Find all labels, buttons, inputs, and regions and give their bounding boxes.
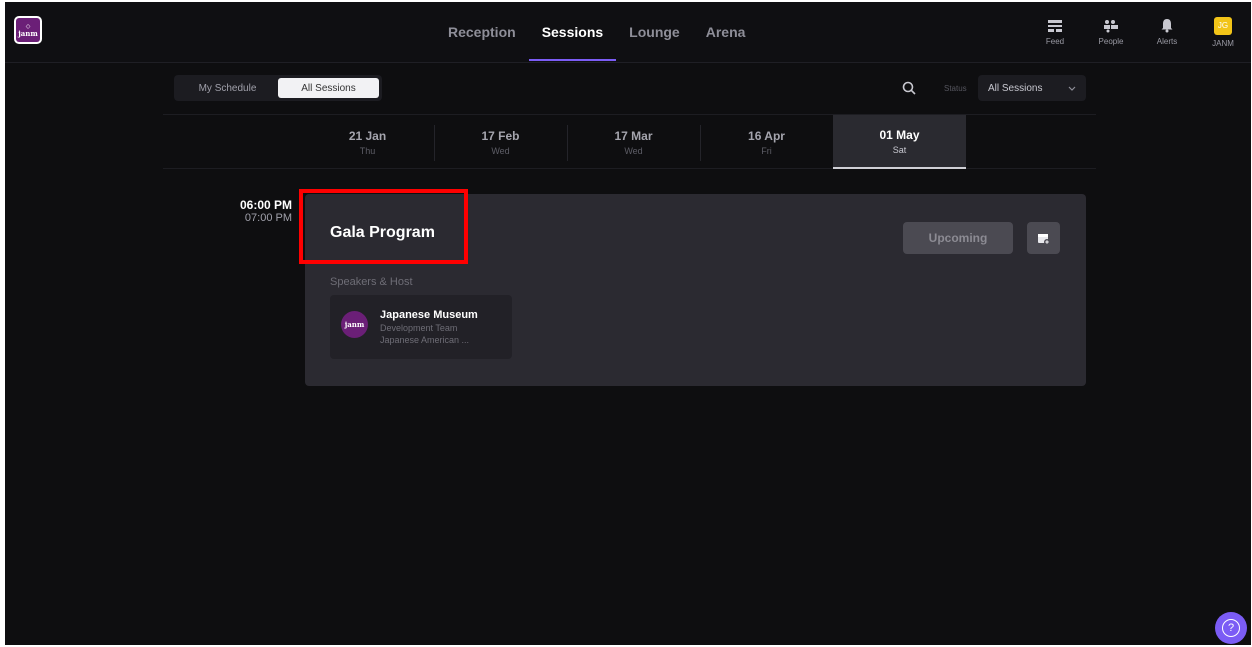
- status-label: Status: [944, 84, 967, 93]
- session-end-time: 07:00 PM: [244, 212, 292, 224]
- feed-button[interactable]: Feed: [1027, 2, 1083, 62]
- day-label: Wed: [491, 145, 510, 156]
- avatar: JG: [1214, 16, 1232, 35]
- profile-label: JANM: [1212, 38, 1234, 48]
- alerts-button[interactable]: Alerts: [1139, 2, 1195, 62]
- date-label: 16 Apr: [748, 128, 785, 143]
- bell-icon: [1161, 19, 1173, 33]
- highlight-annotation-box: [299, 189, 468, 264]
- upcoming-status-button[interactable]: Upcoming: [903, 222, 1013, 254]
- speakers-label: Speakers & Host: [330, 276, 413, 288]
- date-tab-01-may[interactable]: 01 May Sat: [833, 115, 966, 169]
- tab-reception[interactable]: Reception: [435, 2, 529, 62]
- chevron-down-icon: [1068, 86, 1076, 91]
- date-tab-21-jan[interactable]: 21 Jan Thu: [301, 115, 434, 169]
- question-mark-icon: ?: [1222, 619, 1240, 637]
- all-sessions-button[interactable]: All Sessions: [278, 78, 379, 98]
- right-nav: Feed People Alerts JG JANM: [1027, 2, 1251, 62]
- event-logo[interactable]: ◇ janm: [14, 16, 42, 44]
- status-value: All Sessions: [988, 82, 1043, 94]
- day-label: Sat: [892, 144, 907, 155]
- date-tab-17-mar[interactable]: 17 Mar Wed: [567, 115, 700, 169]
- speaker-role: Development Team: [380, 323, 458, 333]
- session-start-time: 06:00 PM: [239, 198, 292, 212]
- date-label: 01 May: [879, 127, 920, 142]
- tab-lounge[interactable]: Lounge: [616, 2, 693, 62]
- tab-sessions[interactable]: Sessions: [528, 2, 617, 62]
- day-label: Thu: [359, 145, 376, 156]
- date-label: 17 Feb: [481, 128, 520, 143]
- people-icon: [1104, 19, 1118, 32]
- add-to-calendar-button[interactable]: [1027, 222, 1060, 254]
- date-tab-16-apr[interactable]: 16 Apr Fri: [700, 115, 833, 169]
- date-tabs: 21 Jan Thu 17 Feb Wed 17 Mar Wed 16 Apr …: [163, 114, 1096, 169]
- help-button[interactable]: ?: [1215, 612, 1247, 644]
- date-tab-17-feb[interactable]: 17 Feb Wed: [434, 115, 567, 169]
- day-label: Wed: [624, 145, 643, 156]
- speaker-name: Japanese Museum: [380, 309, 478, 321]
- feed-icon: [1048, 19, 1062, 32]
- tab-arena[interactable]: Arena: [693, 2, 759, 62]
- people-label: People: [1098, 36, 1124, 46]
- speaker-card[interactable]: janm Japanese Museum Development Team Ja…: [330, 295, 512, 359]
- main-nav: Reception Sessions Lounge Arena: [435, 2, 758, 62]
- search-icon[interactable]: [902, 81, 916, 95]
- calendar-add-icon: [1038, 233, 1050, 245]
- status-dropdown[interactable]: All Sessions: [978, 75, 1086, 101]
- logo-mark: ◇ janm: [16, 18, 40, 42]
- people-button[interactable]: People: [1083, 2, 1139, 62]
- top-bar: ◇ janm Reception Sessions Lounge Arena F…: [5, 2, 1251, 63]
- feed-label: Feed: [1045, 36, 1065, 46]
- app-window: ◇ janm Reception Sessions Lounge Arena F…: [5, 2, 1251, 645]
- speaker-org: Japanese American ...: [380, 335, 470, 345]
- logo-text: janm: [18, 28, 38, 38]
- my-schedule-button[interactable]: My Schedule: [177, 78, 278, 98]
- speaker-avatar: janm: [341, 311, 368, 338]
- schedule-toggle: My Schedule All Sessions: [174, 75, 382, 101]
- profile-button[interactable]: JG JANM: [1195, 2, 1251, 62]
- day-label: Fri: [761, 145, 772, 156]
- date-label: 17 Mar: [614, 128, 653, 143]
- speaker-avatar-text: janm: [344, 320, 365, 329]
- date-label: 21 Jan: [348, 128, 387, 143]
- alerts-label: Alerts: [1156, 37, 1178, 46]
